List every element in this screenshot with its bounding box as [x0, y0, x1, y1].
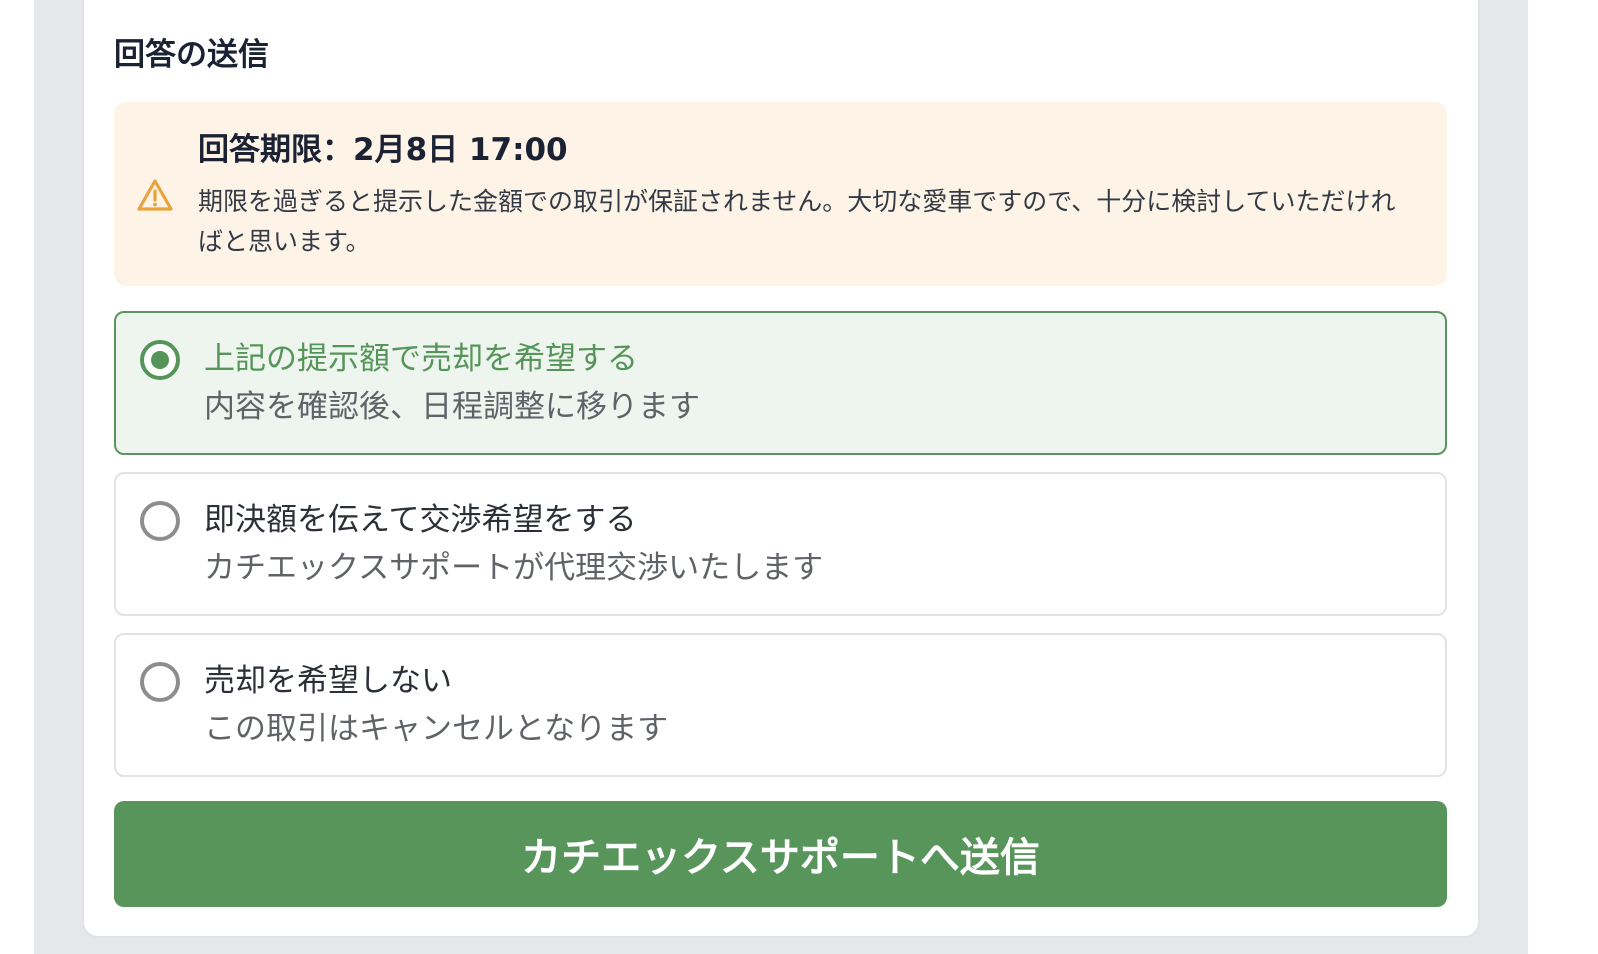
submit-button[interactable]: カチエックスサポートへ送信: [114, 801, 1447, 907]
notice-body: 期限を過ぎると提示した金額での取引が保証されません。大切な愛車ですので、十分に検…: [198, 187, 1396, 256]
radio-unselected[interactable]: [140, 501, 180, 541]
deadline-notice: 回答期限：2月8日 17:00 期限を過ぎると提示した金額での取引が保証されませ…: [114, 102, 1447, 286]
option-subtitle: この取引はキャンセルとなります: [204, 711, 669, 747]
option-negotiate[interactable]: 即決額を伝えて交渉希望をする カチエックスサポートが代理交渉いたします: [114, 472, 1447, 616]
option-sell-at-offer[interactable]: 上記の提示額で売却を希望する 内容を確認後、日程調整に移ります: [114, 311, 1447, 455]
radio-unselected[interactable]: [140, 662, 180, 702]
radio-selected[interactable]: [140, 340, 180, 380]
section-title: 回答の送信: [114, 37, 269, 73]
option-title: 上記の提示額で売却を希望する: [204, 341, 638, 377]
deadline-text: 回答期限：2月8日 17:00: [198, 132, 568, 168]
option-title: 売却を希望しない: [204, 663, 452, 699]
option-title: 即決額を伝えて交渉希望をする: [204, 502, 637, 538]
option-subtitle: カチエックスサポートが代理交渉いたします: [204, 550, 824, 586]
option-subtitle: 内容を確認後、日程調整に移ります: [204, 389, 700, 425]
option-decline[interactable]: 売却を希望しない この取引はキャンセルとなります: [114, 633, 1447, 777]
warning-triangle-icon: [137, 179, 173, 211]
